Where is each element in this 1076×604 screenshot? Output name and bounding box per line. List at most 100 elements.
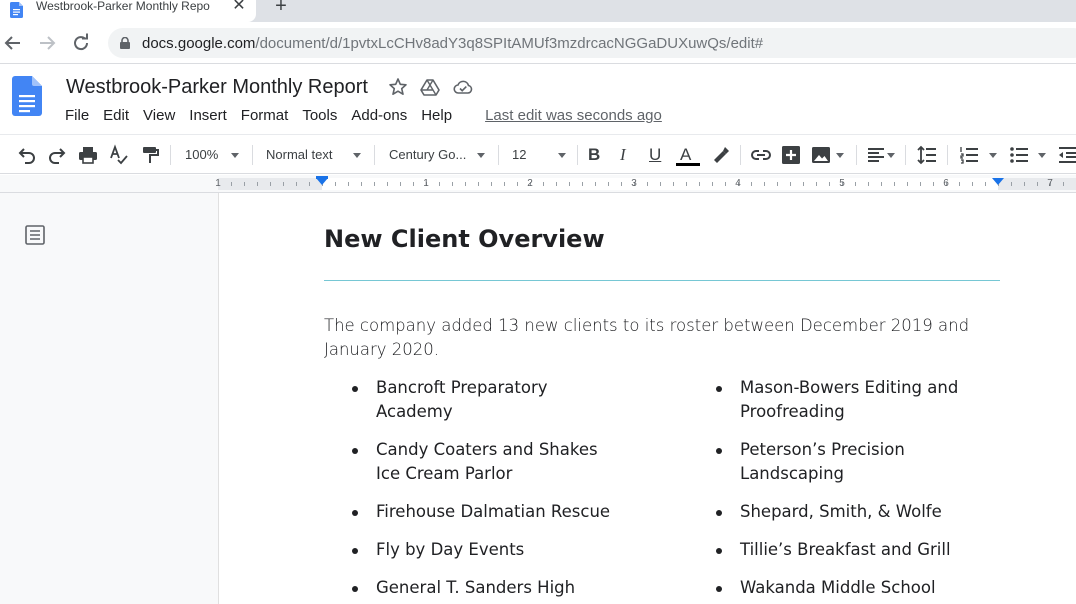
add-comment-icon bbox=[782, 146, 800, 164]
zoom-chevron-down-icon[interactable] bbox=[231, 153, 239, 158]
last-edit-link[interactable]: Last edit was seconds ago bbox=[485, 107, 662, 125]
menu-tools[interactable]: Tools bbox=[295, 106, 344, 126]
image-chevron-down-icon[interactable] bbox=[836, 153, 844, 158]
ruler-tick bbox=[296, 182, 297, 186]
list-item[interactable]: Mason-Bowers Editing and Proofreading bbox=[688, 376, 988, 424]
paint-format-button[interactable] bbox=[139, 144, 161, 166]
bulleted-list-chevron-down-icon[interactable] bbox=[1038, 153, 1046, 158]
font-size-select[interactable]: 12 bbox=[512, 144, 526, 166]
insert-comment-button[interactable] bbox=[780, 144, 802, 166]
font-chevron-down-icon[interactable] bbox=[477, 153, 485, 158]
redo-icon bbox=[49, 148, 66, 164]
bold-button[interactable]: B bbox=[588, 144, 600, 166]
document-paragraph[interactable]: The company added 13 new clients to its … bbox=[324, 314, 1014, 362]
forward-arrow-icon[interactable] bbox=[36, 32, 58, 54]
spellcheck-button[interactable] bbox=[108, 144, 130, 166]
document-title[interactable]: Westbrook-Parker Monthly Report bbox=[66, 75, 368, 99]
ruler-tick bbox=[777, 182, 778, 186]
browser-tab-title: Westbrook-Parker Monthly Repo bbox=[36, 0, 210, 13]
toolbar-separator bbox=[498, 145, 499, 165]
link-icon bbox=[751, 150, 771, 160]
ruler-tick bbox=[920, 182, 921, 186]
document-outline-icon[interactable] bbox=[24, 224, 46, 246]
ruler-tick bbox=[972, 182, 973, 186]
highlighter-icon bbox=[714, 147, 729, 163]
spellcheck-icon bbox=[110, 144, 128, 165]
back-arrow-icon[interactable] bbox=[2, 32, 24, 54]
ruler-number: 7 bbox=[1047, 178, 1053, 189]
undo-button[interactable] bbox=[16, 144, 38, 166]
ruler-tick bbox=[673, 182, 674, 186]
new-tab-button[interactable]: + bbox=[270, 0, 292, 19]
docs-logo-icon[interactable] bbox=[12, 76, 42, 116]
ruler-tick bbox=[283, 182, 284, 186]
left-indent-handle[interactable] bbox=[316, 178, 328, 185]
list-item[interactable]: Bancroft Preparatory Academy bbox=[324, 376, 624, 424]
numbered-list-chevron-down-icon[interactable] bbox=[989, 153, 997, 158]
reload-icon[interactable] bbox=[70, 32, 92, 54]
insert-image-button[interactable] bbox=[810, 144, 832, 166]
move-to-drive-icon[interactable] bbox=[420, 77, 440, 97]
menu-help[interactable]: Help bbox=[414, 106, 459, 126]
numbered-list-icon bbox=[960, 147, 978, 164]
menu-insert[interactable]: Insert bbox=[182, 106, 234, 126]
list-item[interactable]: Firehouse Dalmatian Rescue bbox=[324, 500, 624, 524]
ruler-number: 6 bbox=[943, 178, 949, 189]
document-heading[interactable]: New Client Overview bbox=[324, 224, 605, 254]
list-item[interactable]: Tillie’s Breakfast and Grill bbox=[688, 538, 988, 562]
url-text[interactable]: docs.google.com/document/d/1pvtxLcCHv8ad… bbox=[142, 35, 763, 52]
ruler-tick bbox=[725, 182, 726, 186]
star-icon[interactable] bbox=[388, 77, 408, 97]
ruler-tick bbox=[1011, 182, 1012, 186]
document-page[interactable]: New Client Overview The company added 13… bbox=[218, 193, 1076, 604]
client-list-left: Bancroft Preparatory Academy Candy Coate… bbox=[324, 376, 624, 604]
list-item[interactable]: Peterson’s Precision Landscaping bbox=[688, 438, 988, 486]
menu-format[interactable]: Format bbox=[234, 106, 296, 126]
ruler-tick bbox=[751, 182, 752, 186]
zoom-select[interactable]: 100% bbox=[185, 144, 218, 166]
menu-add-ons[interactable]: Add-ons bbox=[344, 106, 414, 126]
ruler-tick bbox=[348, 182, 349, 186]
list-item[interactable]: Fly by Day Events bbox=[324, 538, 624, 562]
ruler-tick bbox=[257, 182, 258, 186]
align-chevron-down-icon[interactable] bbox=[887, 153, 895, 158]
cloud-status-icon[interactable] bbox=[453, 77, 473, 97]
insert-link-button[interactable] bbox=[750, 144, 772, 166]
numbered-list-button[interactable] bbox=[958, 144, 980, 166]
paragraph-style-select[interactable]: Normal text bbox=[266, 144, 332, 166]
style-chevron-down-icon[interactable] bbox=[353, 153, 361, 158]
image-icon bbox=[812, 147, 830, 163]
list-item[interactable]: Candy Coaters and Shakes Ice Cream Parlo… bbox=[324, 438, 624, 486]
menu-edit[interactable]: Edit bbox=[96, 106, 136, 126]
underline-button[interactable]: U bbox=[649, 144, 661, 166]
list-item[interactable]: Shepard, Smith, & Wolfe bbox=[688, 500, 988, 524]
menu-file[interactable]: File bbox=[58, 106, 96, 126]
font-size-chevron-down-icon[interactable] bbox=[558, 153, 566, 158]
ruler-tick bbox=[491, 182, 492, 186]
ruler-tick bbox=[816, 182, 817, 186]
print-button[interactable] bbox=[77, 144, 99, 166]
bulleted-list-button[interactable] bbox=[1008, 144, 1030, 166]
font-family-select[interactable]: Century Go... bbox=[389, 144, 466, 166]
list-item[interactable]: Wakanda Middle School bbox=[688, 576, 988, 600]
browser-tab[interactable]: Westbrook-Parker Monthly Repo ✕ bbox=[0, 0, 256, 22]
menu-view[interactable]: View bbox=[136, 106, 182, 126]
browser-tab-strip: Westbrook-Parker Monthly Repo ✕ + bbox=[0, 0, 1076, 22]
line-spacing-button[interactable] bbox=[916, 144, 938, 166]
ruler-tick bbox=[582, 182, 583, 186]
align-button[interactable] bbox=[865, 144, 887, 166]
docs-favicon-icon bbox=[10, 2, 23, 18]
ruler[interactable]: 1 1 2 3 4 5 6 7 bbox=[0, 175, 1076, 193]
list-item[interactable]: General T. Sanders High bbox=[324, 576, 624, 600]
tab-close-icon[interactable]: ✕ bbox=[230, 0, 248, 16]
browser-address-bar: docs.google.com/document/d/1pvtxLcCHv8ad… bbox=[0, 22, 1076, 64]
italic-button[interactable]: I bbox=[620, 144, 626, 166]
url-omnibox[interactable]: docs.google.com/document/d/1pvtxLcCHv8ad… bbox=[108, 28, 1076, 58]
ruler-tick bbox=[465, 182, 466, 186]
decrease-indent-button[interactable] bbox=[1056, 144, 1076, 166]
right-indent-handle[interactable] bbox=[992, 178, 1004, 185]
highlight-color-button[interactable] bbox=[709, 144, 731, 166]
ruler-tick bbox=[569, 182, 570, 186]
redo-button[interactable] bbox=[46, 144, 68, 166]
ruler-tick bbox=[959, 182, 960, 186]
